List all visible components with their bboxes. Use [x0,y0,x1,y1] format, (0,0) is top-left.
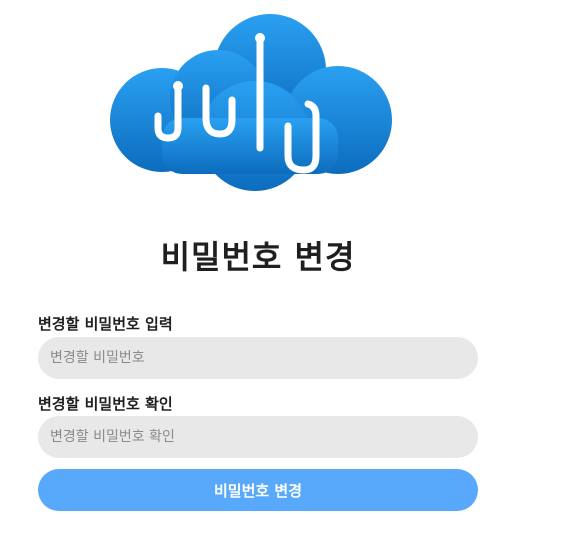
cloud-logo-icon [110,14,392,191]
new-password-label: 변경할 비밀번호 입력 [38,315,173,333]
new-password-input[interactable] [38,337,478,379]
confirm-password-label: 변경할 비밀번호 확인 [38,395,173,413]
change-password-button[interactable]: 비밀번호 변경 [38,469,478,511]
password-change-page: 비밀번호 변경 변경할 비밀번호 입력 변경할 비밀번호 확인 비밀번호 변경 [0,0,563,554]
confirm-password-input[interactable] [38,416,478,458]
page-title: 비밀번호 변경 [160,238,356,276]
